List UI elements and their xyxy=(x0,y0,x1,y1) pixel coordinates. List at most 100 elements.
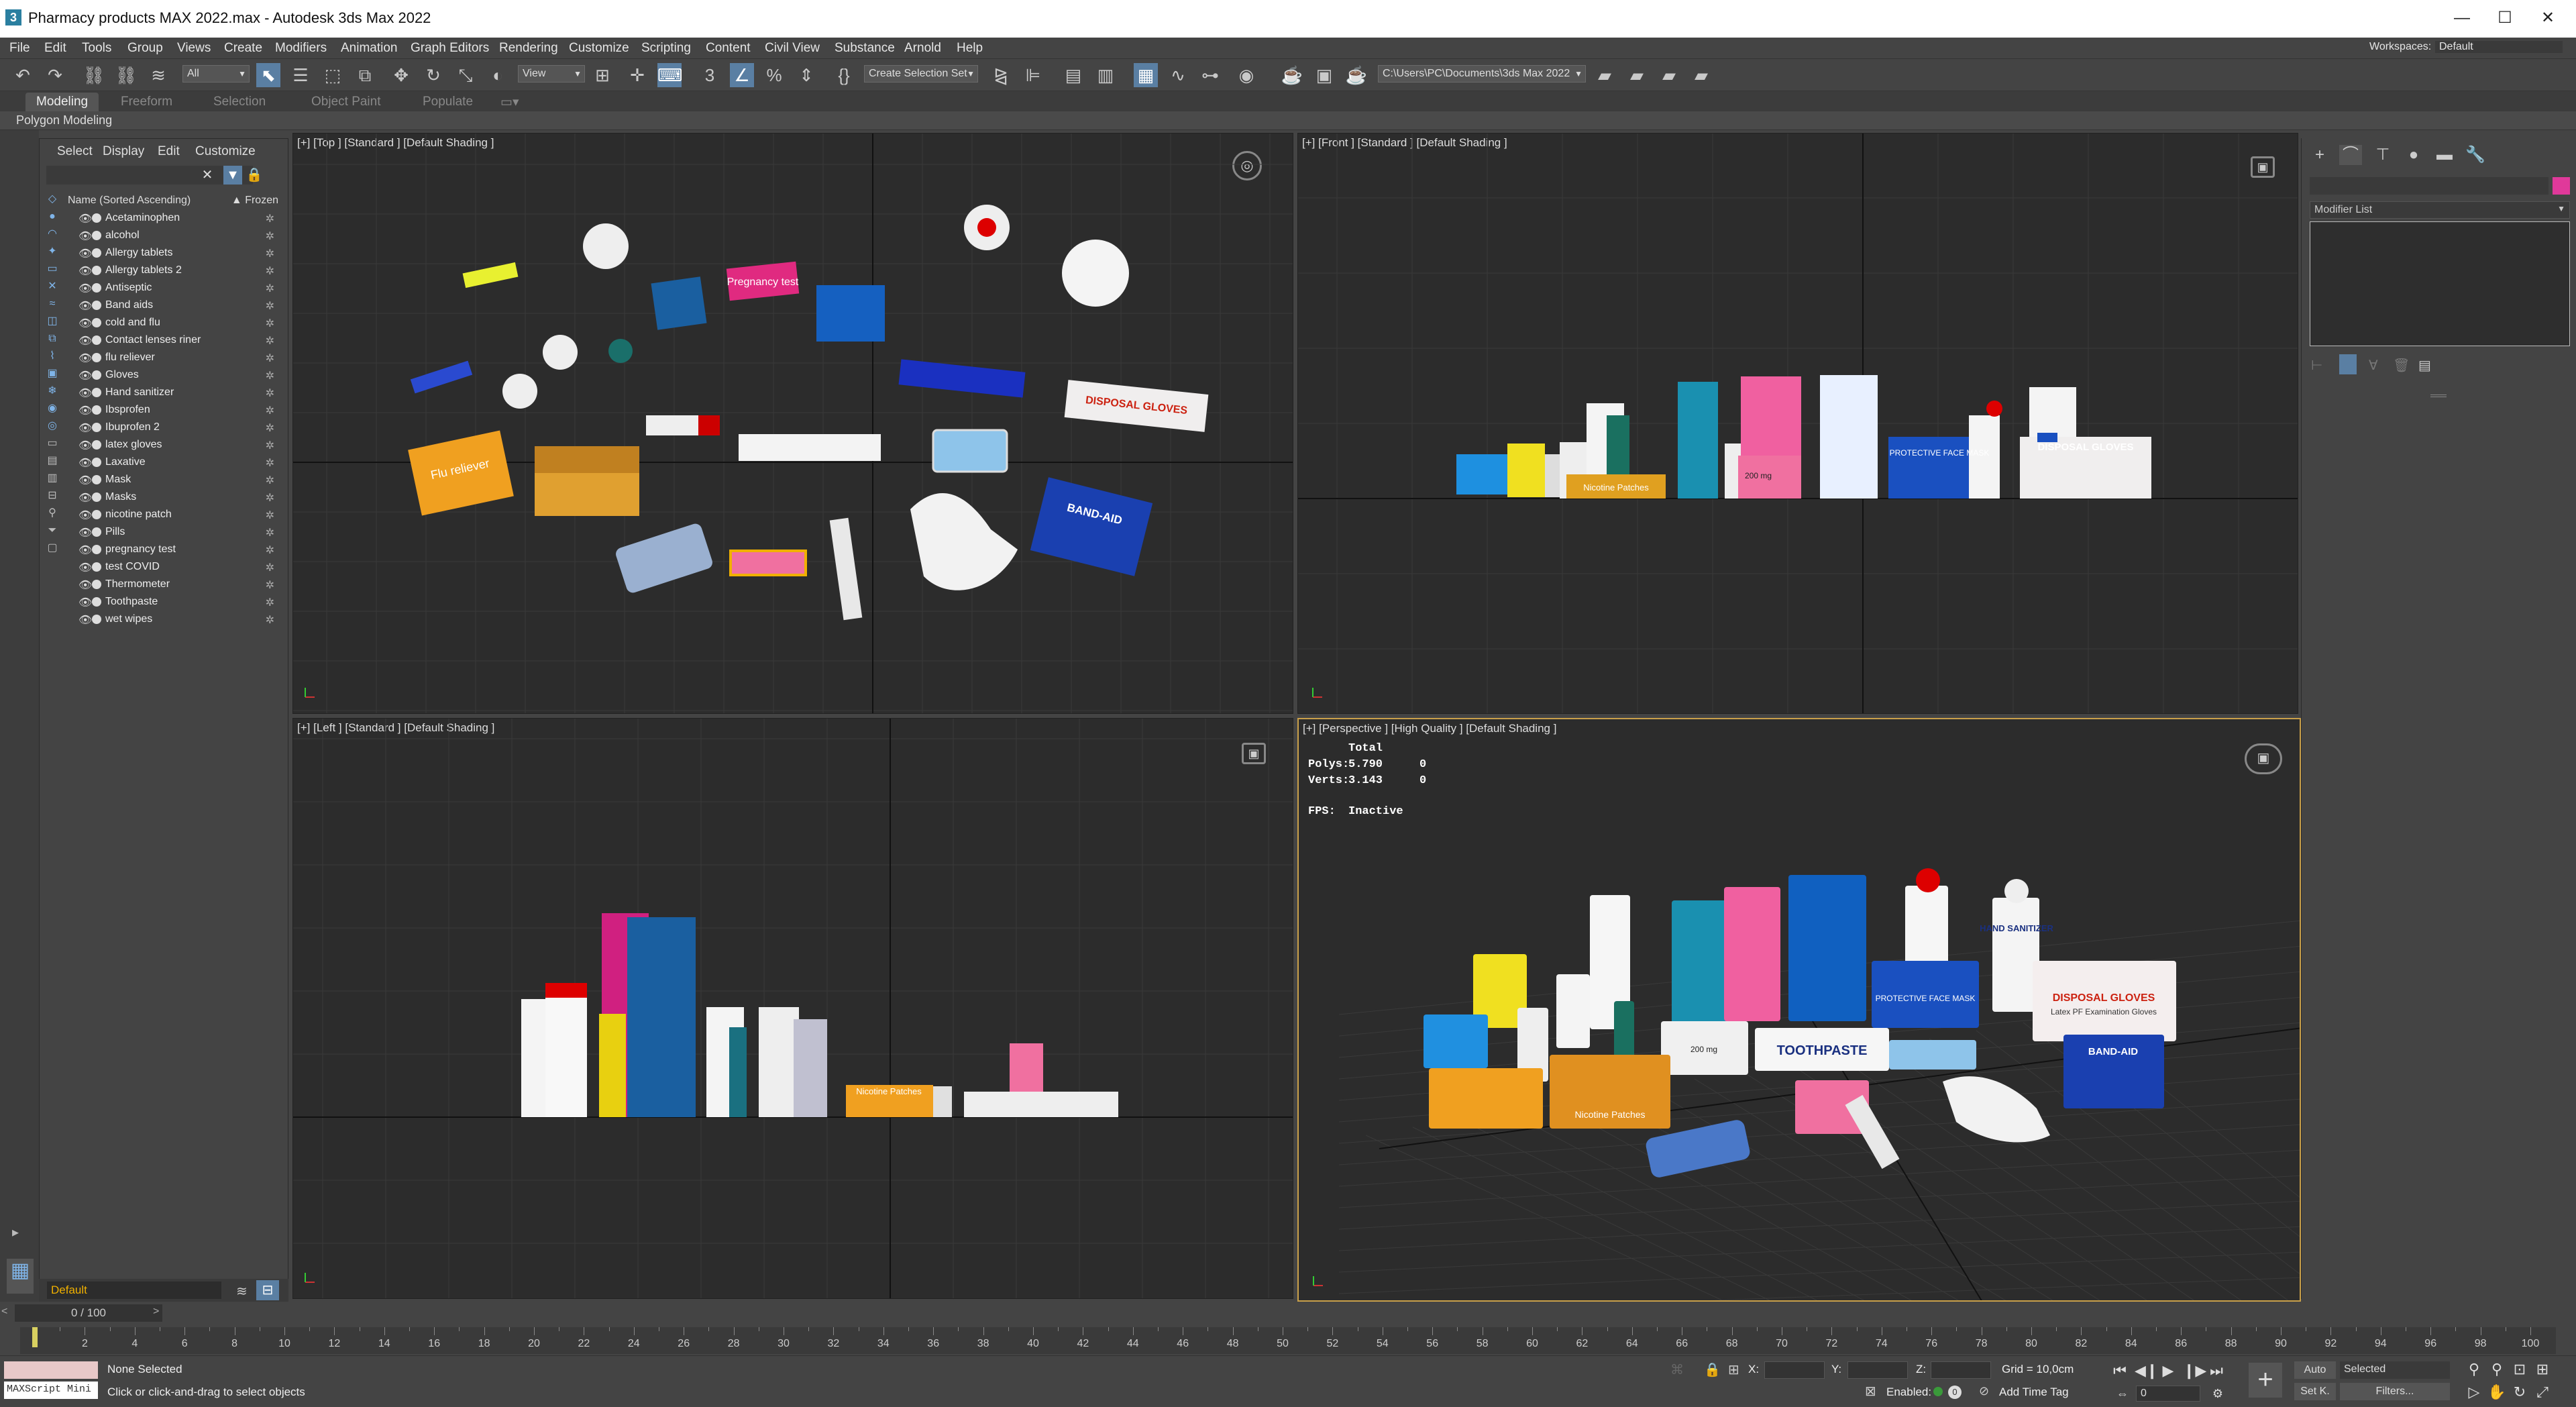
menu-scripting[interactable]: Scripting xyxy=(641,41,691,56)
keyboard-shortcut-override-icon[interactable]: ⌨ xyxy=(657,63,683,87)
visibility-icon[interactable]: 👁 xyxy=(78,369,92,382)
freeze-icon[interactable]: ✲ xyxy=(266,439,274,452)
visibility-icon[interactable]: 👁 xyxy=(78,491,92,505)
menu-graph-editors[interactable]: Graph Editors xyxy=(411,41,489,56)
selection-lock-icon[interactable]: 🔒 xyxy=(1704,1361,1721,1378)
render-toggle-icon[interactable] xyxy=(92,527,101,537)
mirror-icon[interactable]: ⧎ xyxy=(989,63,1013,87)
frozen-filter-icon[interactable]: ❄ xyxy=(45,384,60,398)
minimize-button[interactable]: — xyxy=(2442,5,2482,31)
project-settings-icon[interactable]: ▰ xyxy=(1689,63,1713,87)
visibility-icon[interactable]: 👁 xyxy=(78,352,92,365)
auto-key-button[interactable]: Auto xyxy=(2294,1361,2336,1379)
freeze-icon[interactable]: ✲ xyxy=(266,578,274,592)
scene-list-item[interactable]: 👁 Thermometer ✲ xyxy=(64,576,285,594)
curve-editor-icon[interactable]: ∿ xyxy=(1166,63,1190,87)
render-toggle-icon[interactable] xyxy=(92,335,101,345)
configure-modifier-sets-icon[interactable]: ▤ xyxy=(2418,357,2431,374)
visibility-icon[interactable]: 👁 xyxy=(78,526,92,539)
menu-civil-view[interactable]: Civil View xyxy=(765,41,820,56)
set-key-big-icon[interactable]: + xyxy=(2249,1363,2282,1398)
key-filters-button[interactable]: Filters... xyxy=(2340,1383,2450,1400)
helpers-filter-icon[interactable]: ✕ xyxy=(45,280,60,293)
scene-list-item[interactable]: 👁 latex gloves ✲ xyxy=(64,437,285,454)
adaptive-degradation-icon[interactable]: ⊠ xyxy=(1865,1383,1876,1400)
freeze-icon[interactable]: ✲ xyxy=(266,509,274,522)
render-toggle-icon[interactable] xyxy=(92,423,101,432)
freeze-icon[interactable]: ✲ xyxy=(266,247,274,260)
schematic-view-icon[interactable]: ⊶ xyxy=(1198,63,1222,87)
visibility-icon[interactable]: 👁 xyxy=(78,561,92,574)
undo-icon[interactable]: ↶ xyxy=(11,63,35,87)
previous-frame-icon[interactable]: ◀❙ xyxy=(2135,1361,2158,1380)
layer-explorer-icon[interactable]: ⊟ xyxy=(256,1280,279,1300)
render-toggle-icon[interactable] xyxy=(92,370,101,380)
menu-substance[interactable]: Substance xyxy=(835,41,895,56)
freeze-icon[interactable]: ✲ xyxy=(266,474,274,487)
time-tag-icon[interactable]: 0 xyxy=(1948,1386,1962,1399)
reference-coordinate-dropdown[interactable]: View ▼ xyxy=(518,65,585,83)
next-frame-icon[interactable]: ❙▶ xyxy=(2183,1361,2206,1380)
named-selection-set-dropdown[interactable]: Create Selection Set ▼ xyxy=(864,65,978,83)
expand-arrow-icon[interactable]: ▸ xyxy=(12,1224,19,1241)
scene-search-input[interactable] xyxy=(46,166,253,185)
visibility-icon[interactable]: 👁 xyxy=(78,334,92,348)
render-toggle-icon[interactable] xyxy=(92,615,101,624)
display-influences-icon[interactable]: ⊟ xyxy=(45,489,60,503)
scene-list-item[interactable]: 👁 Allergy tablets 2 ✲ xyxy=(64,262,285,280)
set-project-folder-icon[interactable]: ▰ xyxy=(1657,63,1681,87)
scale-icon[interactable]: ⤡ xyxy=(453,63,478,87)
freeze-icon[interactable]: ✲ xyxy=(266,352,274,365)
play-icon[interactable]: ▶ xyxy=(2159,1361,2178,1380)
render-toggle-icon[interactable] xyxy=(92,388,101,397)
render-toggle-icon[interactable] xyxy=(92,545,101,554)
project-path-dropdown[interactable]: C:\Users\PC\Documents\3ds Max 2022 ▼ xyxy=(1378,65,1586,83)
menu-arnold[interactable]: Arnold xyxy=(904,41,941,56)
render-setup-icon[interactable]: ☕ xyxy=(1280,63,1304,87)
visibility-icon[interactable]: 👁 xyxy=(78,474,92,487)
invert-filter-icon[interactable]: ▤ xyxy=(45,454,60,468)
menu-animation[interactable]: Animation xyxy=(341,41,398,56)
filter-funnel-icon[interactable]: ⏷ xyxy=(45,524,60,537)
bind-spacewarp-icon[interactable]: ≋ xyxy=(146,63,170,87)
freeze-icon[interactable]: ✲ xyxy=(266,404,274,417)
sync-selection-icon[interactable]: ⚲ xyxy=(45,507,60,520)
lights-filter-icon[interactable]: ✦ xyxy=(45,245,60,258)
render-toggle-icon[interactable] xyxy=(92,266,101,275)
visibility-icon[interactable]: 👁 xyxy=(78,509,92,522)
scene-list-item[interactable]: 👁 Toothpaste ✲ xyxy=(64,594,285,611)
freeze-icon[interactable]: ✲ xyxy=(266,299,274,313)
rendered-frame-window-icon[interactable]: ▣ xyxy=(1312,63,1336,87)
maxscript-listener-pink[interactable] xyxy=(4,1361,98,1379)
toggle-scene-explorer-icon[interactable]: ▤ xyxy=(1061,63,1085,87)
freeze-icon[interactable]: ✲ xyxy=(266,386,274,400)
menu-modifiers[interactable]: Modifiers xyxy=(275,41,327,56)
visibility-icon[interactable]: 👁 xyxy=(78,212,92,225)
bones-filter-icon[interactable]: ⌇ xyxy=(45,350,60,363)
enabled-indicator[interactable] xyxy=(1933,1387,1943,1396)
scene-list-item[interactable]: 👁 Band aids ✲ xyxy=(64,297,285,315)
freeze-icon[interactable]: ✲ xyxy=(266,212,274,225)
key-filter-dropdown[interactable]: Selected xyxy=(2340,1361,2450,1379)
edit-named-selection-icon[interactable]: {} xyxy=(832,63,856,87)
zoom-extents-all-icon[interactable]: ⊞ xyxy=(2533,1360,2552,1379)
render-toggle-icon[interactable] xyxy=(92,283,101,293)
scene-tab-edit[interactable]: Edit xyxy=(158,144,180,159)
menu-rendering[interactable]: Rendering xyxy=(499,41,558,56)
go-to-start-icon[interactable]: ⏮ xyxy=(2110,1361,2129,1380)
xrefs-filter-icon[interactable]: ⧉ xyxy=(45,332,60,346)
viewport-front[interactable]: [+] [Front ] [Standard ] [Default Shadin… xyxy=(1297,133,2298,714)
freeze-icon[interactable]: ✲ xyxy=(266,596,274,609)
display-none-icon[interactable]: ◇ xyxy=(45,193,60,206)
visibility-icon[interactable]: 👁 xyxy=(78,317,92,330)
object-name-field[interactable] xyxy=(2310,177,2548,195)
lock-icon[interactable]: 🔒 xyxy=(245,166,264,185)
layer-stack-icon[interactable]: ≋ xyxy=(236,1283,248,1300)
show-end-result-icon[interactable] xyxy=(2339,354,2357,374)
scene-tab-display[interactable]: Display xyxy=(103,144,144,159)
render-toggle-icon[interactable] xyxy=(92,353,101,362)
tab-modeling[interactable]: Modeling xyxy=(25,93,99,111)
render-toggle-icon[interactable] xyxy=(92,231,101,240)
window-crossing-icon[interactable]: ⧉ xyxy=(353,63,377,87)
set-key-button[interactable]: Set K. xyxy=(2294,1383,2336,1400)
